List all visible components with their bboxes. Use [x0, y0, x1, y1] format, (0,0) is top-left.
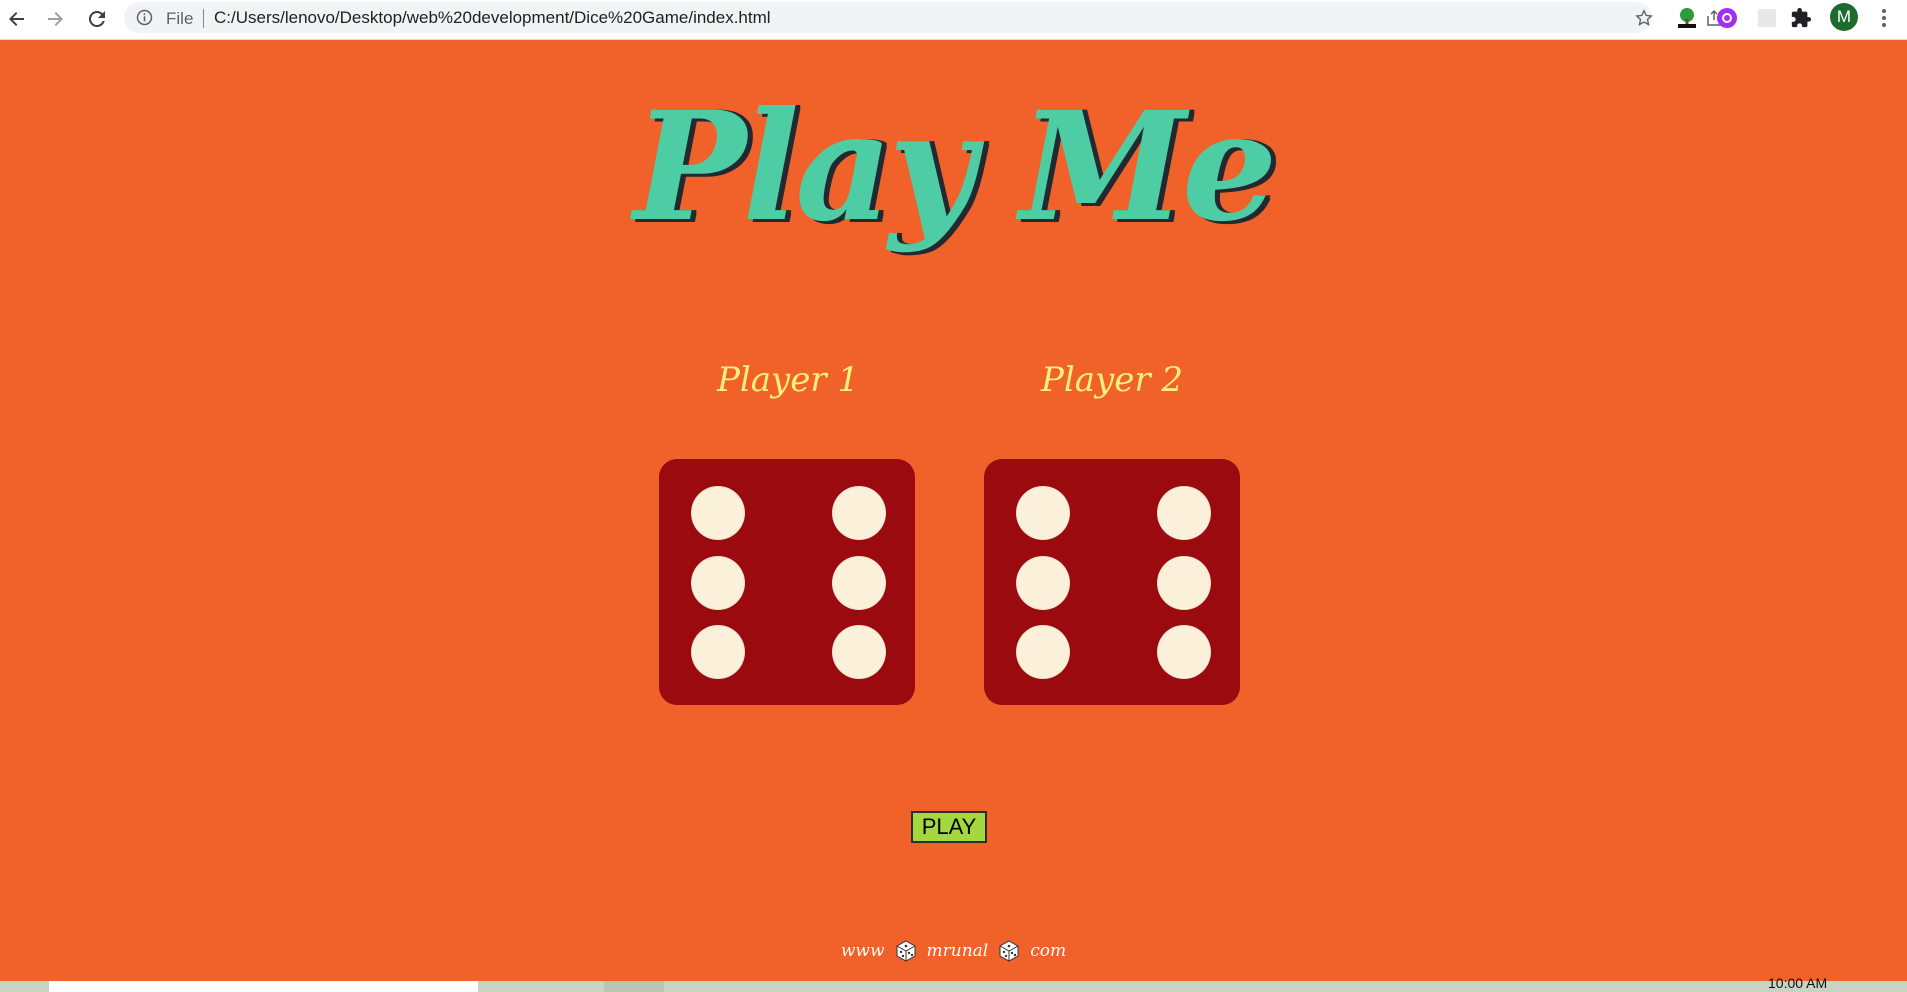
player-1-label: Player 1: [716, 360, 860, 400]
arrow-left-icon: [9, 12, 24, 26]
scheme-label: File: [166, 9, 194, 28]
die-pip: [691, 556, 745, 610]
die-pip: [1016, 556, 1070, 610]
die-pip: [691, 486, 745, 540]
player-2-die: [984, 459, 1240, 705]
die-pip: [1157, 486, 1211, 540]
footer: www mrunal com: [0, 940, 1907, 962]
browser-menu-icon[interactable]: [1872, 5, 1896, 31]
info-icon[interactable]: [136, 9, 153, 26]
taskbar-app[interactable]: [604, 981, 664, 992]
die-pip: [832, 625, 886, 679]
profile-avatar[interactable]: M: [1830, 3, 1858, 31]
footer-text-www: www: [840, 941, 885, 961]
play-button[interactable]: PLAY: [911, 811, 987, 843]
die-pip: [1157, 556, 1211, 610]
url-text[interactable]: C:/Users/lenovo/Desktop/web%20developmen…: [214, 8, 771, 28]
taskbar: 10:00 AM: [0, 975, 1907, 992]
die-pip: [1016, 486, 1070, 540]
forward-button[interactable]: [40, 4, 70, 34]
die-pip: [691, 625, 745, 679]
omnibox-separator: [203, 9, 204, 28]
back-button[interactable]: [2, 4, 32, 34]
die-pip: [1157, 625, 1211, 679]
footer-text-com: com: [1030, 941, 1067, 961]
puzzle-icon[interactable]: [1789, 6, 1813, 30]
footer-text-mrunal: mrunal: [926, 941, 989, 961]
die-pip: [832, 486, 886, 540]
reload-button[interactable]: [82, 4, 112, 34]
taskbar-clock[interactable]: 10:00 AM: [1768, 975, 1827, 991]
arrow-right-icon: [48, 12, 63, 26]
reload-icon: [88, 10, 105, 27]
browser-toolbar: File C:/Users/lenovo/Desktop/web%20devel…: [0, 0, 1907, 40]
player-2-label: Player 2: [1040, 360, 1184, 400]
html-tree-extension-icon[interactable]: [1675, 6, 1699, 30]
dice-icon: [999, 940, 1019, 962]
star-icon[interactable]: [1632, 6, 1656, 30]
blank-extension-icon[interactable]: [1755, 6, 1779, 30]
taskbar-search-box[interactable]: [49, 981, 478, 992]
address-bar[interactable]: File C:/Users/lenovo/Desktop/web%20devel…: [124, 2, 1721, 33]
die-pip: [832, 556, 886, 610]
die-pip: [1016, 625, 1070, 679]
purple-extension-icon[interactable]: [1715, 6, 1739, 30]
dice-icon: [896, 940, 916, 962]
page-title: Play Me: [633, 79, 1278, 255]
player-1-die: [659, 459, 915, 705]
